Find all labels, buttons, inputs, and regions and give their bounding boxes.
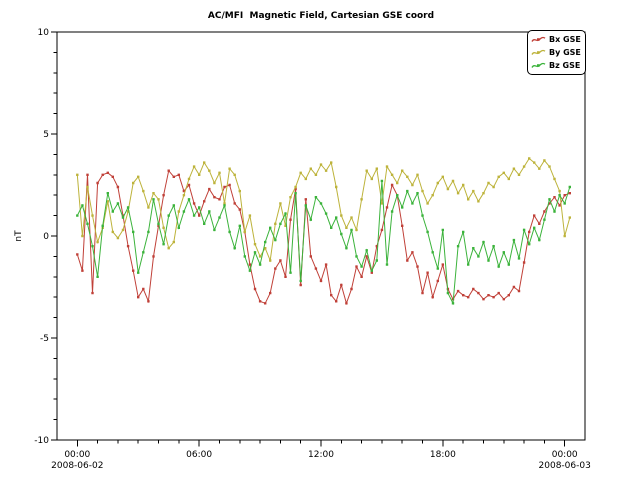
x-tick-label: 12:00 — [308, 450, 334, 460]
legend[interactable]: Bx GSE By GSE Bz GSE — [527, 30, 586, 75]
x-tick-label: 06:00 — [186, 450, 212, 460]
axis-ticks — [51, 32, 565, 447]
legend-item-by: By GSE — [531, 46, 581, 59]
legend-label-by: By GSE — [549, 48, 581, 57]
by-series-marker-icon — [531, 48, 546, 57]
y-tick-label: -10 — [34, 436, 49, 446]
autoplot-window: AC/MFI Magnetic Field, Cartesian GSE coo… — [0, 0, 640, 480]
bx-series-marker-icon — [531, 35, 546, 44]
x-tick-label: 00:00 — [64, 450, 90, 460]
axis-labels: 1050-5-1000:002008-06-0206:0012:0018:000… — [34, 28, 591, 471]
bz-series-marker-icon — [531, 61, 546, 70]
x-axis-date: 2008-06-03 — [539, 461, 591, 471]
legend-item-bx: Bx GSE — [531, 33, 581, 46]
x-axis-date: 2008-06-02 — [51, 461, 103, 471]
legend-item-bz: Bz GSE — [531, 59, 581, 72]
y-tick-label: 0 — [43, 232, 49, 242]
legend-label-bz: Bz GSE — [549, 61, 580, 70]
legend-label-bx: Bx GSE — [549, 35, 581, 44]
x-tick-label: 00:00 — [552, 450, 578, 460]
y-tick-label: 5 — [43, 130, 49, 140]
data-series — [76, 157, 571, 304]
y-axis-title: nT — [14, 230, 24, 242]
plot-frame — [57, 32, 585, 440]
x-tick-label: 18:00 — [430, 450, 456, 460]
y-tick-label: 10 — [38, 28, 50, 38]
y-tick-label: -5 — [40, 334, 49, 344]
series-line-bx-gse — [77, 171, 570, 304]
